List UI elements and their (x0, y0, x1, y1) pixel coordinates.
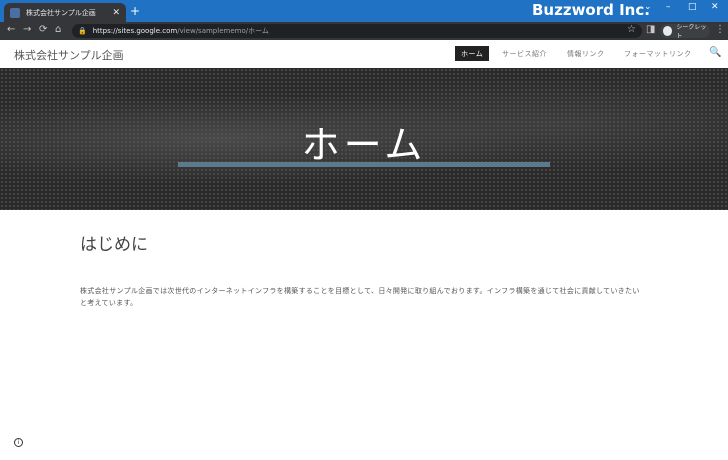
info-icon[interactable]: i (14, 438, 23, 447)
incognito-icon (663, 26, 673, 36)
search-icon[interactable]: 🔍 (709, 47, 721, 58)
site-favicon-icon (10, 7, 20, 18)
bookmark-star-icon[interactable]: ☆ (627, 24, 636, 35)
back-icon[interactable]: ← (7, 24, 15, 35)
tab-close-icon[interactable]: ✕ (112, 8, 120, 18)
hero-heading: ホーム (301, 123, 427, 167)
browser-titlebar: 株式会社サンプル企画 ✕ + Buzzword Inc. ⌄ – □ ✕ (0, 0, 728, 22)
browser-tab[interactable]: 株式会社サンプル企画 ✕ (4, 3, 126, 22)
incognito-label: シークレット (676, 24, 707, 40)
url-text: https://sites.google.com/view/samplememo… (92, 27, 269, 35)
section-title: はじめに (80, 235, 148, 255)
new-tab-icon[interactable]: + (130, 4, 140, 18)
lock-icon: 🔒 (78, 27, 87, 35)
site-header: 株式会社サンプル企画 ホーム サービス紹介 情報リンク フォーマットリンク 🔍 (0, 40, 728, 68)
address-bar[interactable]: 🔒 https://sites.google.com/view/sampleme… (72, 24, 642, 38)
home-icon[interactable]: ⌂ (55, 24, 61, 35)
tab-title: 株式会社サンプル企画 (26, 8, 96, 17)
incognito-badge[interactable]: シークレット (660, 24, 710, 40)
forward-icon[interactable]: → (23, 24, 31, 35)
nav-info-links[interactable]: 情報リンク (567, 46, 605, 61)
site-title[interactable]: 株式会社サンプル企画 (14, 47, 124, 63)
maximize-icon[interactable]: □ (688, 2, 697, 12)
side-panel-icon[interactable]: ◨ (646, 24, 655, 35)
tab-search-icon[interactable]: ⌄ (644, 2, 652, 12)
nav-format-links[interactable]: フォーマットリンク (624, 46, 692, 61)
window-close-icon[interactable]: ✕ (711, 2, 719, 12)
section-body: 株式会社サンプル企画では次世代のインターネットインフラを構築することを目標として… (80, 287, 640, 307)
minimize-icon[interactable]: – (666, 2, 671, 12)
menu-dots-icon[interactable]: ⋮ (715, 24, 725, 35)
hero-underline (178, 162, 550, 167)
hero-banner: ホーム (0, 68, 728, 210)
nav-services[interactable]: サービス紹介 (502, 46, 547, 61)
nav-home[interactable]: ホーム (455, 46, 490, 61)
reload-icon[interactable]: ⟳ (39, 24, 47, 35)
browser-toolbar: ← → ⟳ ⌂ 🔒 https://sites.google.com/view/… (0, 22, 728, 40)
brand-watermark: Buzzword Inc. (532, 1, 650, 19)
